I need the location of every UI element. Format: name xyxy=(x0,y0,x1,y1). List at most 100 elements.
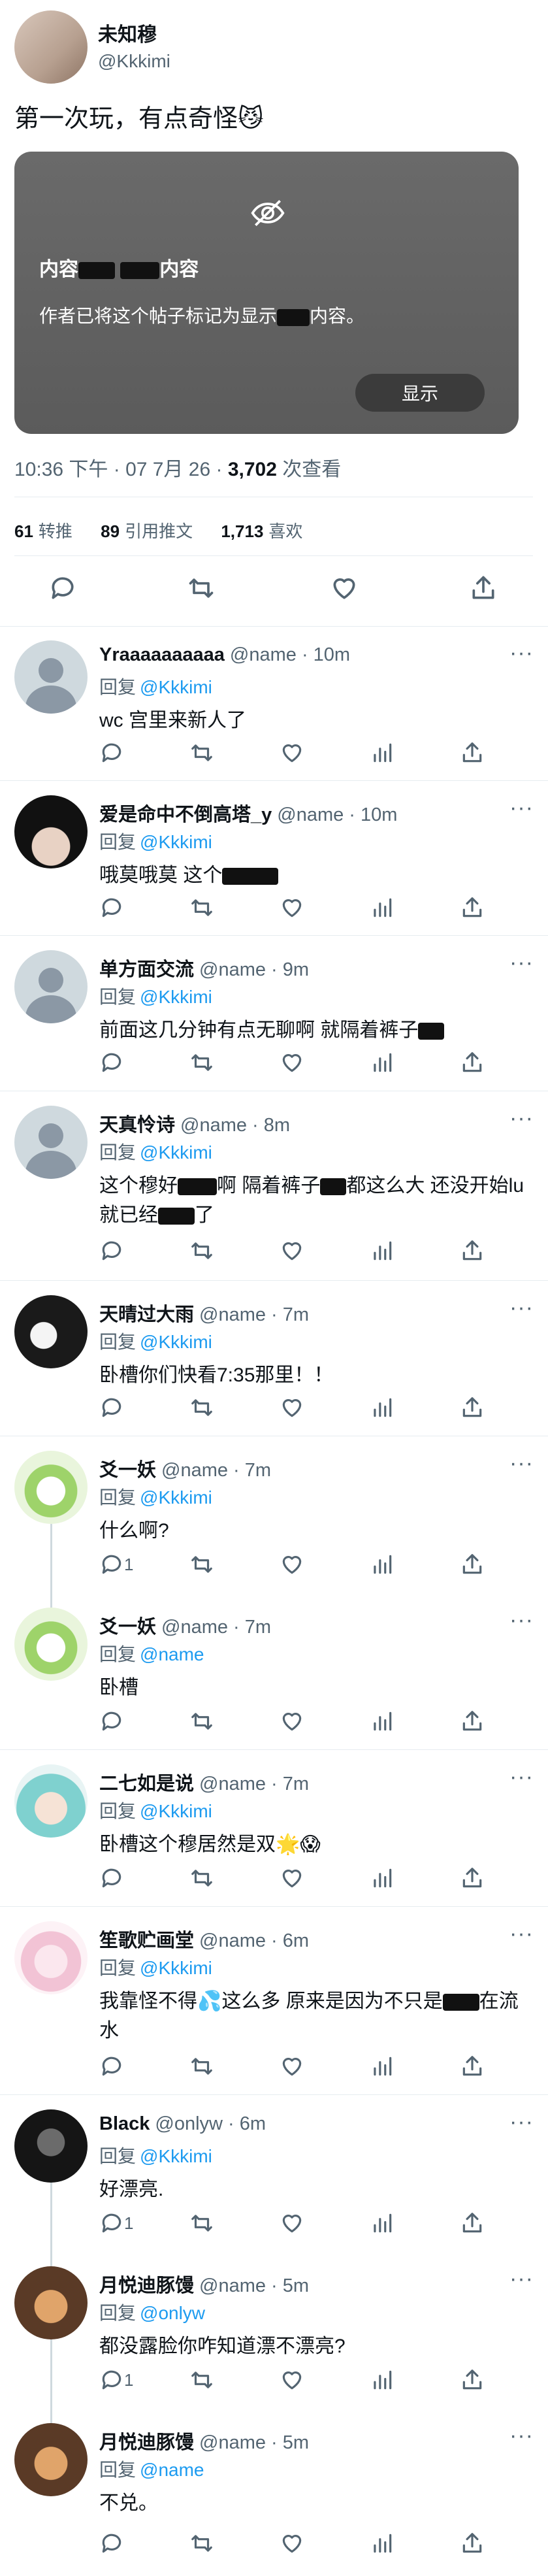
show-button[interactable]: 显示 xyxy=(355,374,485,412)
quotes-stat[interactable]: 89 引用推文 xyxy=(101,521,193,541)
more-options-icon[interactable]: ··· xyxy=(509,950,534,976)
reply-button[interactable] xyxy=(99,2529,124,2558)
retweet-button[interactable] xyxy=(189,2052,214,2081)
avatar[interactable] xyxy=(14,950,88,1023)
author-name[interactable]: 未知穆 xyxy=(98,18,157,47)
reply-button[interactable]: 1 xyxy=(99,1550,133,1579)
share-button[interactable] xyxy=(460,1236,485,1265)
like-button[interactable] xyxy=(280,1393,304,1422)
share-button[interactable] xyxy=(460,2366,485,2394)
more-options-icon[interactable]: ··· xyxy=(509,640,534,666)
like-button[interactable] xyxy=(280,893,304,922)
retweet-button[interactable] xyxy=(189,1048,214,1077)
replying-to-handle[interactable]: @Kkkimi xyxy=(140,832,212,852)
more-options-icon[interactable]: ··· xyxy=(509,2423,534,2449)
retweet-icon[interactable] xyxy=(187,574,216,603)
tweet-time[interactable]: 10:36 下午 · 07 7月 26 · xyxy=(14,459,228,480)
more-options-icon[interactable]: ··· xyxy=(509,1106,534,1131)
retweet-button[interactable] xyxy=(189,738,214,767)
reply-author-name[interactable]: 二七如是说 xyxy=(99,1774,194,1794)
reply-button[interactable] xyxy=(99,738,124,767)
replying-to-handle[interactable]: @name xyxy=(140,2460,204,2480)
retweet-button[interactable] xyxy=(189,1550,214,1579)
like-button[interactable] xyxy=(280,2209,304,2237)
likes-stat[interactable]: 1,713 喜欢 xyxy=(221,521,302,541)
reply-author-name[interactable]: Black xyxy=(99,2113,150,2134)
more-options-icon[interactable]: ··· xyxy=(509,1295,534,1321)
like-button[interactable] xyxy=(280,1707,304,1736)
analytics-button[interactable] xyxy=(370,2209,395,2237)
reply-item[interactable]: 单方面交流 @name · 9m ··· 回复 @Kkkimi 前面这几分钟有点无聊… xyxy=(0,936,548,1091)
reply-item[interactable]: Black @onlyw · 6m ··· 回复 @Kkkimi 好漂亮. 1 xyxy=(0,2095,548,2252)
avatar[interactable] xyxy=(14,1106,88,1179)
share-button[interactable] xyxy=(460,2052,485,2081)
reply-item[interactable]: 天真怜诗 @name · 8m ··· 回复 @Kkkimi 这个穆好啊 隔着裤子都… xyxy=(0,1091,548,1281)
analytics-button[interactable] xyxy=(370,2366,395,2394)
share-button[interactable] xyxy=(460,738,485,767)
retweet-button[interactable] xyxy=(189,893,214,922)
reply-button[interactable] xyxy=(99,1707,124,1736)
like-button[interactable] xyxy=(280,738,304,767)
reply-item[interactable]: 月悦迪豚馒 @name · 5m ··· 回复 @onlyw 都没露脸你咋知道漂不漂… xyxy=(0,2252,548,2409)
reply-button[interactable] xyxy=(99,1864,124,1892)
reply-item[interactable]: 笙歌贮画堂 @name · 6m ··· 回复 @Kkkimi 我靠怪不得💦这么多 … xyxy=(0,1907,548,2095)
reply-button[interactable]: 1 xyxy=(99,2366,133,2394)
reply-author-name[interactable]: 天晴过大雨 xyxy=(99,1304,194,1325)
avatar[interactable] xyxy=(14,1921,88,1994)
avatar[interactable] xyxy=(14,2266,88,2339)
share-button[interactable] xyxy=(460,1864,485,1892)
more-options-icon[interactable]: ··· xyxy=(509,2109,534,2135)
like-button[interactable] xyxy=(280,2052,304,2081)
author-handle[interactable]: @Kkkimi xyxy=(98,51,170,72)
reply-author-name[interactable]: 单方面交流 xyxy=(99,959,194,980)
avatar[interactable] xyxy=(14,1764,88,1838)
reply-author-name[interactable]: 爻一妖 xyxy=(99,1460,156,1481)
share-button[interactable] xyxy=(460,1393,485,1422)
share-button[interactable] xyxy=(460,2529,485,2558)
replying-to-handle[interactable]: @Kkkimi xyxy=(140,1487,212,1508)
like-button[interactable] xyxy=(280,2366,304,2394)
reply-item[interactable]: 爻一妖 @name · 7m ··· 回复 @name 卧槽 xyxy=(0,1593,548,1750)
replying-to-handle[interactable]: @onlyw xyxy=(140,2303,205,2323)
share-button[interactable] xyxy=(460,1048,485,1077)
more-options-icon[interactable]: ··· xyxy=(509,2266,534,2292)
retweet-button[interactable] xyxy=(189,1864,214,1892)
more-options-icon[interactable]: ··· xyxy=(509,1921,534,1947)
more-options-icon[interactable]: ··· xyxy=(509,1451,534,1476)
analytics-button[interactable] xyxy=(370,1864,395,1892)
analytics-button[interactable] xyxy=(370,893,395,922)
retweet-button[interactable] xyxy=(189,1707,214,1736)
retweets-stat[interactable]: 61 转推 xyxy=(14,521,73,541)
like-icon[interactable] xyxy=(330,574,359,603)
avatar[interactable] xyxy=(14,795,88,868)
like-button[interactable] xyxy=(280,1236,304,1265)
replying-to-handle[interactable]: @Kkkimi xyxy=(140,1958,212,1978)
author-avatar[interactable] xyxy=(14,10,88,84)
analytics-button[interactable] xyxy=(370,1048,395,1077)
reply-button[interactable] xyxy=(99,1048,124,1077)
reply-button[interactable] xyxy=(99,1236,124,1265)
retweet-button[interactable] xyxy=(189,1236,214,1265)
more-options-icon[interactable]: ··· xyxy=(509,795,534,821)
replying-to-handle[interactable]: @Kkkimi xyxy=(140,987,212,1007)
replying-to-handle[interactable]: @Kkkimi xyxy=(140,677,212,697)
more-options-icon[interactable]: ··· xyxy=(509,1764,534,1790)
reply-author-name[interactable]: 月悦迪豚馒 xyxy=(99,2432,194,2453)
share-button[interactable] xyxy=(460,2209,485,2237)
reply-button[interactable] xyxy=(99,2052,124,2081)
reply-button[interactable] xyxy=(99,1393,124,1422)
retweet-button[interactable] xyxy=(189,2529,214,2558)
share-button[interactable] xyxy=(460,1550,485,1579)
share-button[interactable] xyxy=(460,893,485,922)
avatar[interactable] xyxy=(14,1451,88,1524)
avatar[interactable] xyxy=(14,1295,88,1368)
retweet-button[interactable] xyxy=(189,2366,214,2394)
analytics-button[interactable] xyxy=(370,1707,395,1736)
replying-to-handle[interactable]: @Kkkimi xyxy=(140,1801,212,1821)
analytics-button[interactable] xyxy=(370,2529,395,2558)
reply-author-name[interactable]: 爻一妖 xyxy=(99,1617,156,1638)
retweet-button[interactable] xyxy=(189,2209,214,2237)
reply-item[interactable]: 爱是命中不倒高塔_y @name · 10m ··· 回复 @Kkkimi 哦莫哦莫… xyxy=(0,781,548,936)
replying-to-handle[interactable]: @name xyxy=(140,1644,204,1664)
like-button[interactable] xyxy=(280,2529,304,2558)
